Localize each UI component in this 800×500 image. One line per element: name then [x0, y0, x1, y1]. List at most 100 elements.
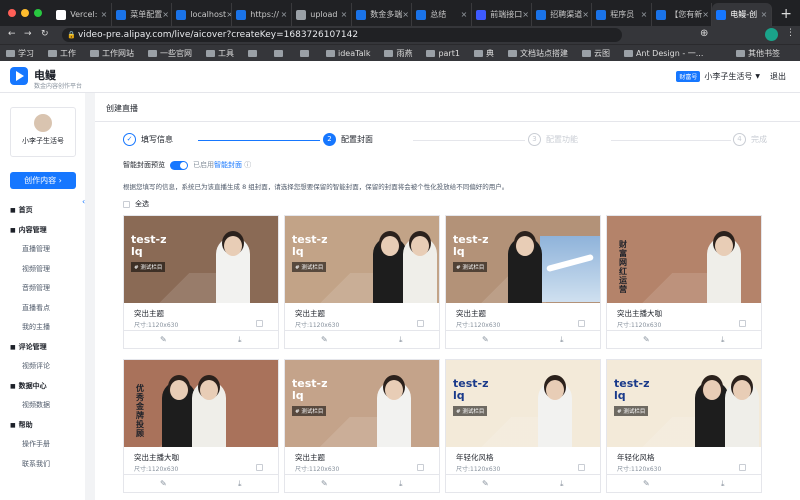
edit-icon[interactable]: ✎ [643, 335, 650, 344]
brand-logo-icon[interactable] [10, 67, 28, 85]
bookmark-item[interactable] [274, 48, 286, 59]
sidebar-item[interactable]: 视频评论 [0, 357, 85, 377]
close-tab-icon[interactable]: × [582, 10, 589, 19]
browser-tab[interactable]: 程序员 × [592, 3, 653, 26]
sidebar-item[interactable]: 操作手册 [0, 435, 85, 455]
card-checkbox[interactable] [739, 464, 746, 471]
browser-tab[interactable]: localhost × [172, 3, 233, 26]
cover-card[interactable]: test-z lq # 测试栏目 突出主题 尺寸:1120x630 ✎ ⤓ [123, 215, 279, 349]
cover-card[interactable]: test-z lq # 测试栏目 突出主题 尺寸:1120x630 ✎ ⤓ [445, 215, 601, 349]
logout-link[interactable]: 退出 [770, 71, 786, 82]
browser-tab[interactable]: 数金多端 × [352, 3, 413, 26]
download-icon[interactable]: ⤓ [399, 335, 403, 345]
browser-tab[interactable]: 电鳗-创 × [712, 3, 773, 26]
create-content-button[interactable]: 创作内容 › [10, 172, 76, 189]
sidebar-item[interactable]: 帮助 [0, 416, 85, 436]
sidebar-item[interactable]: 直播看点 [0, 299, 85, 319]
card-checkbox[interactable] [417, 464, 424, 471]
cover-card[interactable]: test-z lq # 测试栏目 突出主题 尺寸:1120x630 ✎ ⤓ [284, 359, 440, 493]
sidebar-item[interactable]: 视频数据 [0, 396, 85, 416]
sidebar-item[interactable]: 数据中心 [0, 377, 85, 397]
browser-tab[interactable]: 菜单配置 × [112, 3, 173, 26]
bookmark-item[interactable]: 文档站点搭建 [507, 48, 568, 59]
bookmark-item[interactable]: 雨燕 [384, 48, 412, 59]
cover-image[interactable]: test-z lq # 测试栏目 [124, 216, 278, 303]
back-icon[interactable]: ← [8, 29, 16, 39]
browser-tab[interactable]: https://× [232, 3, 293, 26]
close-tab-icon[interactable]: × [461, 10, 468, 19]
close-tab-icon[interactable]: × [641, 10, 648, 19]
cover-image[interactable]: test-z lq # 测试栏目 [607, 360, 761, 447]
download-icon[interactable]: ⤓ [560, 479, 564, 489]
browser-tab[interactable]: Vercel: × [52, 3, 113, 26]
browser-tab[interactable]: 【您有新 × [652, 3, 713, 26]
sidebar-collapse-icon[interactable]: ‹ [82, 197, 85, 206]
bookmark-item[interactable]: ideaTalk [326, 48, 370, 59]
close-tab-icon[interactable]: × [402, 10, 409, 19]
download-icon[interactable]: ⤓ [238, 335, 242, 345]
forward-icon[interactable]: → [24, 29, 32, 39]
smart-cover-toggle[interactable] [170, 160, 188, 170]
account-switcher[interactable]: 财富号 小李子生活号 ▼ [676, 71, 760, 82]
select-all-checkbox[interactable] [123, 200, 130, 208]
browser-menu-icon[interactable]: ⋮ [786, 28, 795, 38]
card-checkbox[interactable] [256, 320, 263, 327]
cover-image[interactable]: test-z lq # 测试栏目 [446, 360, 600, 447]
close-tab-icon[interactable]: × [522, 10, 529, 19]
new-tab-button[interactable]: + [772, 3, 800, 26]
cover-image[interactable]: test-z lq # 测试栏目 [285, 216, 439, 303]
bookmark-item[interactable] [300, 48, 312, 59]
sidebar-item[interactable]: 音频管理 [0, 279, 85, 299]
bookmark-item[interactable]: 一些官网 [148, 48, 192, 59]
edit-icon[interactable]: ✎ [643, 479, 650, 488]
window-controls[interactable] [0, 0, 52, 26]
cover-card[interactable]: 优秀金牌投顾 突出主播大咖 尺寸:1120x630 ✎ ⤓ [123, 359, 279, 493]
card-checkbox[interactable] [578, 464, 585, 471]
edit-icon[interactable]: ✎ [160, 335, 167, 344]
bookmark-item[interactable]: 典 [473, 48, 494, 59]
sidebar-item[interactable]: 联系我们 [0, 455, 85, 475]
bookmark-item[interactable]: 工作 [48, 48, 76, 59]
close-tab-icon[interactable]: × [101, 10, 108, 19]
bookmark-item[interactable]: Ant Design - 一... [623, 48, 703, 59]
download-icon[interactable]: ⤓ [721, 479, 725, 489]
close-tab-icon[interactable]: × [341, 10, 348, 19]
sidebar-item[interactable]: 内容管理 [0, 221, 85, 241]
close-tab-icon[interactable]: × [162, 10, 169, 19]
download-icon[interactable]: ⤓ [238, 479, 242, 489]
card-checkbox[interactable] [739, 320, 746, 327]
card-checkbox[interactable] [256, 464, 263, 471]
sidebar-item[interactable]: 直播管理 [0, 240, 85, 260]
bookmark-item[interactable]: 工具 [206, 48, 234, 59]
close-tab-icon[interactable]: × [702, 10, 709, 19]
bookmark-other[interactable]: 其他书签 [736, 48, 780, 59]
sidebar-item[interactable]: 视频管理 [0, 260, 85, 280]
download-icon[interactable]: ⤓ [560, 335, 564, 345]
cover-card[interactable]: 财富网红运营 突出主播大咖 尺寸:1120x630 ✎ ⤓ [606, 215, 762, 349]
download-icon[interactable]: ⤓ [721, 335, 725, 345]
download-icon[interactable]: ⤓ [399, 479, 403, 489]
sidebar-item[interactable]: 评论管理 [0, 338, 85, 358]
close-tab-icon[interactable]: × [281, 10, 288, 19]
cover-card[interactable]: test-z lq # 测试栏目 年轻化风格 尺寸:1120x630 ✎ ⤓ [606, 359, 762, 493]
bookmark-item[interactable]: part1 [426, 48, 460, 59]
profile-avatar-icon[interactable] [765, 28, 778, 41]
browser-tab[interactable]: upload × [292, 3, 353, 26]
bookmark-item[interactable]: 云图 [581, 48, 610, 59]
url-field[interactable]: 🔒 video-pre.alipay.com/live/aicover?creat… [62, 28, 622, 42]
card-checkbox[interactable] [417, 320, 424, 327]
edit-icon[interactable]: ✎ [482, 335, 489, 344]
cover-image[interactable]: 财富网红运营 [607, 216, 761, 303]
cover-card[interactable]: test-z lq # 测试栏目 突出主题 尺寸:1120x630 ✎ ⤓ [284, 215, 440, 349]
reload-icon[interactable]: ↻ [41, 29, 49, 39]
sidebar-item[interactable]: 我的主播 [0, 318, 85, 338]
sidebar-item[interactable]: 首页 [0, 201, 85, 221]
select-all[interactable]: 全选 [123, 199, 149, 209]
cover-image[interactable]: 优秀金牌投顾 [124, 360, 278, 447]
close-tab-icon[interactable]: × [761, 10, 768, 19]
cover-card[interactable]: test-z lq # 测试栏目 年轻化风格 尺寸:1120x630 ✎ ⤓ [445, 359, 601, 493]
cover-image[interactable]: test-z lq # 测试栏目 [446, 216, 600, 303]
bookmark-item[interactable] [248, 48, 260, 59]
bookmark-item[interactable]: 学习 [6, 48, 34, 59]
edit-icon[interactable]: ✎ [321, 479, 328, 488]
